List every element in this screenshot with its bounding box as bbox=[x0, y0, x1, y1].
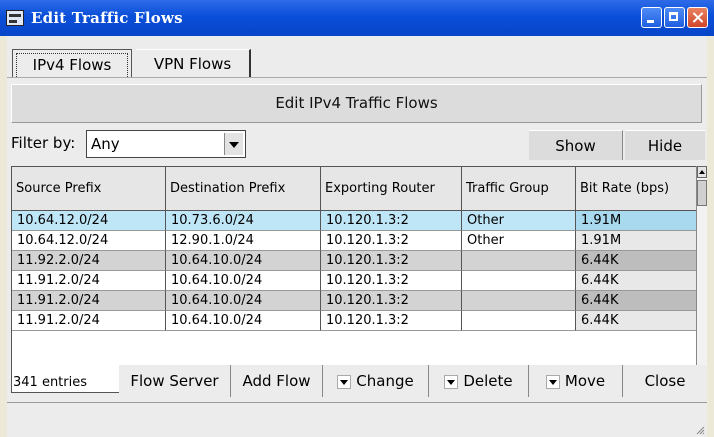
chevron-down-icon[interactable] bbox=[224, 133, 243, 155]
table-cell-destination-prefix: 10.64.10.0/24 bbox=[166, 251, 321, 271]
table-cell-bit-rate: 6.44K bbox=[576, 291, 696, 311]
table-cell-destination-prefix: 10.73.6.0/24 bbox=[166, 211, 321, 231]
move-button[interactable]: Move bbox=[529, 365, 623, 397]
table-cell-source-prefix: 11.92.2.0/24 bbox=[12, 251, 166, 271]
filter-label: Filter by: bbox=[11, 134, 76, 152]
resize-grip-icon[interactable] bbox=[695, 425, 705, 435]
table-cell-traffic-group bbox=[462, 271, 576, 291]
table-cell-traffic-group bbox=[462, 291, 576, 311]
edit-traffic-flows-window: Edit Traffic Flows IPv4 Flows VPN Flows … bbox=[0, 0, 714, 437]
table-row[interactable]: 11.91.2.0/24 10.64.10.0/24 10.120.1.3:2 6.4… bbox=[12, 311, 696, 331]
delete-button[interactable]: Delete bbox=[429, 365, 529, 397]
scroll-up-icon[interactable] bbox=[697, 166, 707, 178]
add-flow-button[interactable]: Add Flow bbox=[231, 365, 323, 397]
table-row[interactable]: 10.64.12.0/24 10.73.6.0/24 10.120.1.3:2 Oth… bbox=[12, 211, 696, 231]
change-label: Change bbox=[356, 372, 414, 390]
close-window-icon[interactable] bbox=[687, 7, 708, 28]
column-header-exporting-router[interactable]: Exporting Router bbox=[321, 167, 462, 210]
delete-label: Delete bbox=[463, 372, 513, 390]
table-cell-bit-rate: 1.91M bbox=[576, 231, 696, 251]
table-row[interactable]: 11.91.2.0/24 10.64.10.0/24 10.120.1.3:2 6.4… bbox=[12, 271, 696, 291]
flows-table: Source Prefix Destination Prefix Exporti… bbox=[11, 166, 697, 393]
table-cell-traffic-group bbox=[462, 311, 576, 331]
table-cell-exporting-router: 10.120.1.3:2 bbox=[321, 251, 462, 271]
dropdown-arrow-icon bbox=[545, 374, 560, 389]
table-cell-traffic-group: Other bbox=[462, 211, 576, 231]
dialog-content: IPv4 Flows VPN Flows Edit IPv4 Traffic F… bbox=[7, 36, 707, 437]
vertical-scrollbar[interactable] bbox=[696, 166, 707, 393]
close-button[interactable]: Close bbox=[623, 365, 707, 397]
app-icon bbox=[6, 10, 24, 26]
table-cell-exporting-router: 10.120.1.3:2 bbox=[321, 311, 462, 331]
table-cell-exporting-router: 10.120.1.3:2 bbox=[321, 231, 462, 251]
table-cell-destination-prefix: 10.64.10.0/24 bbox=[166, 291, 321, 311]
table-row[interactable]: 11.91.2.0/24 10.64.10.0/24 10.120.1.3:2 6.4… bbox=[12, 291, 696, 311]
table-row[interactable]: 10.64.12.0/24 12.90.1.0/24 10.120.1.3:2 Oth… bbox=[12, 231, 696, 251]
table-cell-source-prefix: 11.91.2.0/24 bbox=[12, 291, 166, 311]
table-cell-bit-rate: 1.91M bbox=[576, 211, 696, 231]
table-cell-exporting-router: 10.120.1.3:2 bbox=[321, 211, 462, 231]
column-header-source-prefix[interactable]: Source Prefix bbox=[12, 167, 166, 210]
table-cell-bit-rate: 6.44K bbox=[576, 311, 696, 331]
scroll-thumb[interactable] bbox=[697, 180, 707, 206]
table-cell-destination-prefix: 10.64.10.0/24 bbox=[166, 271, 321, 291]
column-header-destination-prefix[interactable]: Destination Prefix bbox=[166, 167, 321, 210]
maximize-icon[interactable] bbox=[664, 7, 685, 28]
window-title: Edit Traffic Flows bbox=[31, 9, 183, 27]
dropdown-arrow-icon bbox=[444, 374, 459, 389]
filter-value: Any bbox=[91, 135, 120, 153]
tab-ipv4-label: IPv4 Flows bbox=[16, 53, 128, 77]
filter-select[interactable]: Any bbox=[86, 130, 246, 158]
tab-vpn-flows[interactable]: VPN Flows bbox=[136, 49, 251, 77]
change-button[interactable]: Change bbox=[323, 365, 429, 397]
table-cell-destination-prefix: 12.90.1.0/24 bbox=[166, 231, 321, 251]
show-button[interactable]: Show bbox=[529, 130, 623, 160]
table-row[interactable]: 11.92.2.0/24 10.64.10.0/24 10.120.1.3:2 6.4… bbox=[12, 251, 696, 271]
status-bar bbox=[7, 402, 707, 437]
tab-ipv4-flows[interactable]: IPv4 Flows bbox=[12, 49, 132, 77]
table-cell-bit-rate: 6.44K bbox=[576, 251, 696, 271]
table-cell-source-prefix: 11.91.2.0/24 bbox=[12, 271, 166, 291]
title-bar[interactable]: Edit Traffic Flows bbox=[0, 0, 714, 36]
table-cell-exporting-router: 10.120.1.3:2 bbox=[321, 291, 462, 311]
minimize-icon[interactable] bbox=[641, 7, 662, 28]
hide-button[interactable]: Hide bbox=[625, 130, 705, 160]
table-header: Source Prefix Destination Prefix Exporti… bbox=[12, 167, 696, 211]
table-cell-bit-rate: 6.44K bbox=[576, 271, 696, 291]
move-label: Move bbox=[564, 372, 606, 390]
table-cell-source-prefix: 11.91.2.0/24 bbox=[12, 311, 166, 331]
panel-heading: Edit IPv4 Traffic Flows bbox=[11, 84, 702, 123]
column-header-bit-rate[interactable]: Bit Rate (bps) bbox=[576, 167, 696, 210]
column-header-traffic-group[interactable]: Traffic Group bbox=[462, 167, 576, 210]
table-cell-exporting-router: 10.120.1.3:2 bbox=[321, 271, 462, 291]
entries-count: 341 entries bbox=[13, 375, 88, 390]
table-cell-source-prefix: 10.64.12.0/24 bbox=[12, 211, 166, 231]
table-cell-traffic-group bbox=[462, 251, 576, 271]
table-cell-traffic-group: Other bbox=[462, 231, 576, 251]
table-cell-destination-prefix: 10.64.10.0/24 bbox=[166, 311, 321, 331]
table-cell-source-prefix: 10.64.12.0/24 bbox=[12, 231, 166, 251]
dropdown-arrow-icon bbox=[337, 374, 352, 389]
flow-server-button[interactable]: Flow Server bbox=[119, 365, 231, 397]
